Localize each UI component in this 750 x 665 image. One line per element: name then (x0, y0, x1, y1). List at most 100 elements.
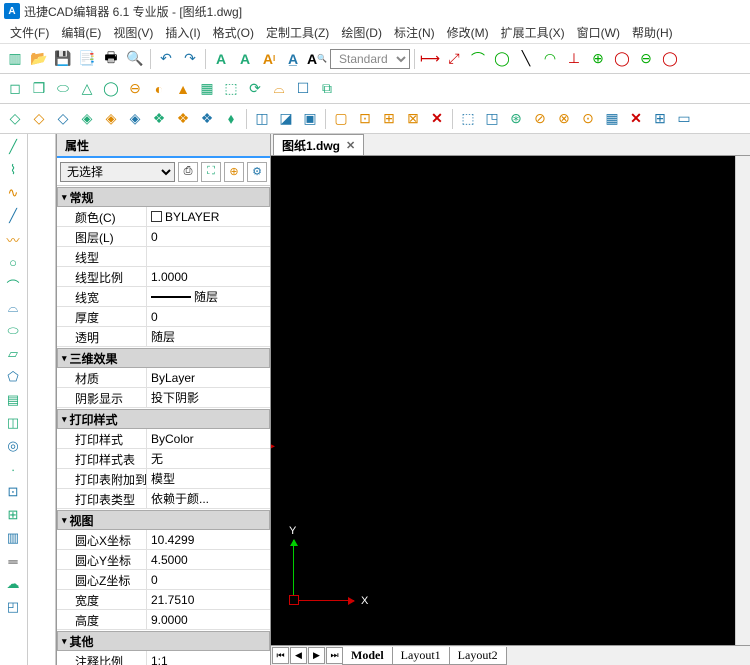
property-value[interactable]: 0 (147, 307, 270, 326)
view-shade-icon[interactable]: ⊙ (577, 108, 599, 130)
poly-icon[interactable]: ⬠ (2, 366, 24, 388)
donut-icon[interactable]: ◎ (2, 435, 24, 457)
hatch-icon[interactable]: ▤ (2, 389, 24, 411)
property-row[interactable]: 打印样式ByColor (57, 429, 270, 449)
property-value[interactable]: 0 (147, 570, 270, 589)
tab-prev-icon[interactable]: ◀ (290, 647, 307, 664)
property-row[interactable]: 高度9.0000 (57, 610, 270, 630)
tab-first-icon[interactable]: ⏮ (272, 647, 289, 664)
property-value[interactable]: 0 (147, 227, 270, 246)
property-value[interactable]: 随层 (147, 327, 270, 346)
property-row[interactable]: 线型比例1.0000 (57, 267, 270, 287)
tab-next-icon[interactable]: ▶ (308, 647, 325, 664)
rect-icon[interactable]: ▱ (2, 343, 24, 365)
dim-angular-icon[interactable]: ◠ (539, 48, 561, 70)
menu-draw[interactable]: 绘图(D) (335, 22, 388, 43)
layer7-icon[interactable]: ❖ (148, 108, 170, 130)
view-iso-icon[interactable]: ⬚ (457, 108, 479, 130)
save-icon[interactable]: 💾 (52, 48, 74, 70)
property-row[interactable]: 材质ByLayer (57, 368, 270, 388)
layer6-icon[interactable]: ◈ (124, 108, 146, 130)
layer5-icon[interactable]: ◈ (100, 108, 122, 130)
menu-modify[interactable]: 修改(M) (441, 22, 495, 43)
snap-int-icon[interactable]: ⊠ (402, 108, 424, 130)
property-value[interactable]: 模型 (147, 469, 270, 488)
text-edit-icon[interactable]: AI (258, 48, 280, 70)
viewport[interactable]: ▸ X Y (271, 156, 735, 645)
menu-custom-tools[interactable]: 定制工具(Z) (260, 22, 335, 43)
view-grid-icon[interactable]: ⊞ (649, 108, 671, 130)
property-value[interactable]: 21.7510 (147, 590, 270, 609)
snap-none-icon[interactable]: ✕ (426, 108, 448, 130)
property-value[interactable]: 9.0000 (147, 610, 270, 629)
property-value[interactable]: 10.4299 (147, 530, 270, 549)
layer4-icon[interactable]: ◈ (76, 108, 98, 130)
saveas-icon[interactable]: 📑 (76, 48, 98, 70)
dim-diameter-icon[interactable]: ╲ (515, 48, 537, 70)
menu-file[interactable]: 文件(F) (4, 22, 55, 43)
snap-cen-icon[interactable]: ⊞ (378, 108, 400, 130)
layout-tab-2[interactable]: Layout2 (449, 647, 507, 665)
layout-tab-model[interactable]: Model (342, 647, 393, 665)
dim-ordinate-icon[interactable]: ⊥ (563, 48, 585, 70)
property-value[interactable]: 随层 (147, 287, 270, 306)
circle-icon[interactable]: ○ (2, 251, 24, 273)
property-row[interactable]: 图层(L)0 (57, 227, 270, 247)
dim-center-icon[interactable]: ⊕ (587, 48, 609, 70)
layer1-icon[interactable]: ◇ (4, 108, 26, 130)
property-value[interactable]: ByColor (147, 429, 270, 448)
property-value[interactable] (147, 247, 270, 266)
group-header[interactable]: 打印样式 (57, 409, 270, 429)
group-header[interactable]: 三维效果 (57, 348, 270, 368)
xline-icon[interactable]: 〰 (2, 228, 24, 250)
dim-leader-icon[interactable]: ◯ (611, 48, 633, 70)
revolve-icon[interactable]: ⟳ (244, 78, 266, 100)
pyramid-icon[interactable]: ▲ (172, 78, 194, 100)
property-row[interactable]: 颜色(C)BYLAYER (57, 207, 270, 227)
preview-icon[interactable]: 🔍 (124, 48, 146, 70)
wedge-icon[interactable]: ◐ (148, 78, 170, 100)
table-icon[interactable]: ▥ (2, 527, 24, 549)
undo-icon[interactable]: ↶ (155, 48, 177, 70)
doc-tab-1[interactable]: 图纸1.dwg ✕ (273, 134, 364, 155)
selection-filter[interactable]: 无选择 (60, 162, 175, 182)
layout-tab-1[interactable]: Layout1 (392, 647, 450, 665)
cylinder-icon[interactable]: ⬭ (52, 78, 74, 100)
quick-select-icon[interactable]: ⛶ (201, 162, 221, 182)
dim-continue-icon[interactable]: ◯ (659, 48, 681, 70)
property-value[interactable]: 1.0000 (147, 267, 270, 286)
snap-end-icon[interactable]: ▢ (330, 108, 352, 130)
mesh-icon[interactable]: ▦ (196, 78, 218, 100)
property-row[interactable]: 圆心X坐标10.4299 (57, 530, 270, 550)
group-header[interactable]: 常规 (57, 187, 270, 207)
dim-radius-icon[interactable]: ◯ (491, 48, 513, 70)
property-row[interactable]: 圆心Z坐标0 (57, 570, 270, 590)
settings-icon[interactable]: ⚙ (247, 162, 267, 182)
revcloud-icon[interactable]: ☁ (2, 573, 24, 595)
sphere-icon[interactable]: ◯ (100, 78, 122, 100)
slice-icon[interactable]: ⧉ (316, 78, 338, 100)
dim-aligned-icon[interactable]: ⤢ (443, 48, 465, 70)
new-icon[interactable]: ▥ (4, 48, 26, 70)
ellipse-icon[interactable]: ⬭ (2, 320, 24, 342)
point-icon[interactable]: ∙ (2, 458, 24, 480)
menu-edit[interactable]: 编辑(E) (55, 22, 107, 43)
region-icon[interactable]: ◫ (2, 412, 24, 434)
toggle-pim-icon[interactable]: ⎙ (178, 162, 198, 182)
group-header[interactable]: 其他 (57, 631, 270, 651)
view-top-icon[interactable]: ◳ (481, 108, 503, 130)
snap1-icon[interactable]: ◫ (251, 108, 273, 130)
view-del-icon[interactable]: ✕ (625, 108, 647, 130)
property-value[interactable]: BYLAYER (147, 207, 270, 226)
text-a2-icon[interactable]: A (234, 48, 256, 70)
close-icon[interactable]: ✕ (346, 139, 355, 152)
property-row[interactable]: 注释比例1:1 (57, 651, 270, 665)
property-value[interactable]: 投下阴影 (147, 388, 270, 407)
property-value[interactable]: 4.5000 (147, 550, 270, 569)
text-a-icon[interactable]: A (210, 48, 232, 70)
menu-dimension[interactable]: 标注(N) (388, 22, 441, 43)
block-icon[interactable]: ⊡ (2, 481, 24, 503)
layer9-icon[interactable]: ❖ (196, 108, 218, 130)
menu-window[interactable]: 窗口(W) (571, 22, 626, 43)
wipeout-icon[interactable]: ◰ (2, 596, 24, 618)
